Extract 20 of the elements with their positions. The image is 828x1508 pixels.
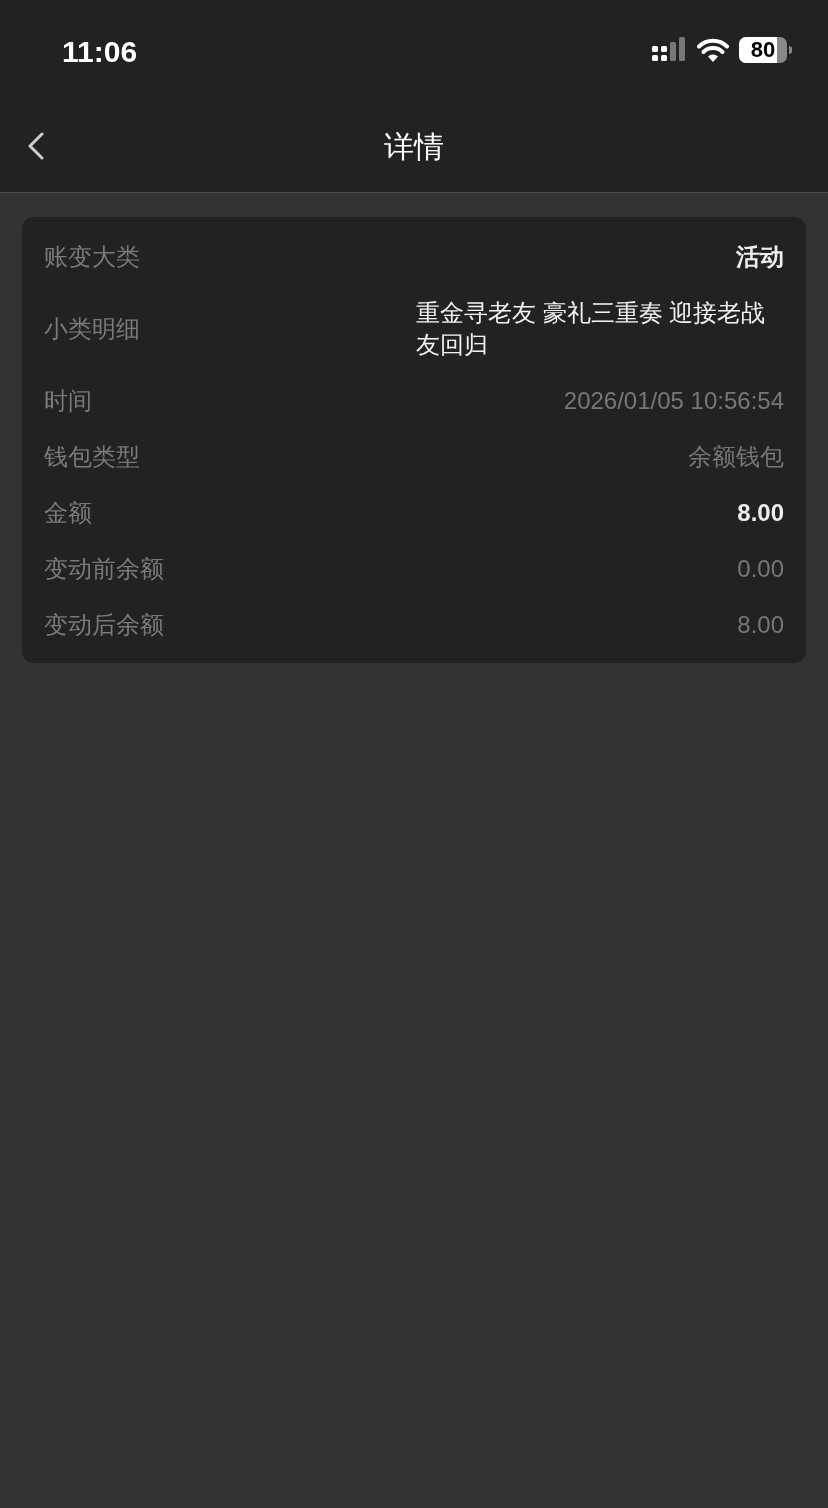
field-label: 时间	[44, 386, 92, 416]
page-title: 详情	[384, 128, 444, 165]
field-value: 0.00	[737, 554, 784, 584]
field-label: 钱包类型	[44, 442, 140, 472]
field-label: 小类明细	[44, 314, 140, 344]
field-label: 金额	[44, 498, 92, 528]
signal-icon	[652, 37, 687, 63]
field-value: 余额钱包	[688, 442, 784, 472]
field-value: 8.00	[737, 610, 784, 640]
field-label: 变动后余额	[44, 610, 164, 640]
field-value: 2026/01/05 10:56:54	[563, 386, 784, 416]
wifi-icon	[697, 38, 729, 62]
field-label: 变动前余额	[44, 554, 164, 584]
battery-icon: 80	[739, 37, 787, 63]
field-label: 账变大类	[44, 242, 140, 272]
field-value: 8.00	[737, 498, 784, 528]
field-value: 重金寻老友 豪礼三重奏 迎接老战友回归	[416, 298, 767, 360]
status-time: 11:06	[62, 33, 138, 70]
field-value: 活动	[736, 242, 784, 272]
back-icon[interactable]	[27, 132, 45, 160]
